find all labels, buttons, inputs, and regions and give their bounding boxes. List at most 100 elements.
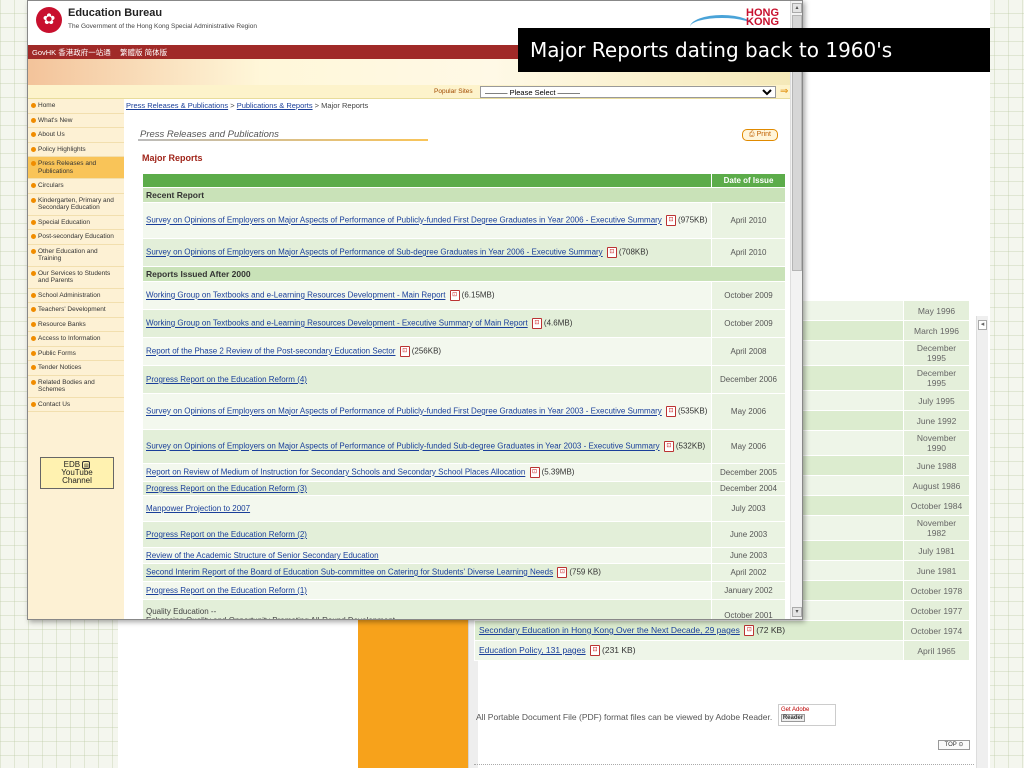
language-links[interactable]: 繁體版 简体版 bbox=[120, 47, 167, 58]
back-scroll-arrow-icon[interactable]: ◂ bbox=[978, 320, 987, 330]
back-scrollbar[interactable] bbox=[976, 316, 988, 768]
nav-item[interactable]: Our Services to Students and Parents bbox=[28, 267, 124, 289]
report-link[interactable]: Progress Report on the Education Reform … bbox=[146, 530, 307, 539]
scroll-up-icon[interactable]: ▴ bbox=[792, 3, 802, 13]
report-link[interactable]: Progress Report on the Education Reform … bbox=[146, 586, 307, 595]
nav-item[interactable]: Resource Banks bbox=[28, 318, 124, 332]
pdf-icon[interactable]: ⊡ bbox=[557, 567, 568, 578]
report-title-line2[interactable]: Enhancing Quality and Opportunity Promot… bbox=[146, 616, 708, 620]
breadcrumb-publications[interactable]: Publications & Reports bbox=[237, 101, 313, 110]
popular-sites-bar: Popular Sites ——— Please Select ——— ⇒ bbox=[28, 85, 802, 99]
main-content: Press Releases & Publications > Publicat… bbox=[126, 99, 788, 620]
nav-item-label: Teachers' Development bbox=[38, 306, 106, 313]
issue-date: December 1995 bbox=[903, 340, 970, 366]
printer-icon: ⎙ bbox=[749, 131, 755, 138]
report-title-line1[interactable]: Quality Education -- bbox=[146, 607, 708, 616]
report-link[interactable]: Report of the Phase 2 Review of the Post… bbox=[146, 347, 395, 356]
nav-item-label: About Us bbox=[38, 131, 65, 138]
nav-item[interactable]: School Administration bbox=[28, 289, 124, 303]
pdf-icon[interactable]: ⊡ bbox=[590, 645, 601, 657]
pdf-icon[interactable]: ⊡ bbox=[529, 467, 540, 478]
table-row: Working Group on Textbooks and e-Learnin… bbox=[142, 309, 786, 338]
nav-item-label: Other Education and Training bbox=[38, 247, 98, 263]
nav-item[interactable]: About Us bbox=[28, 128, 124, 143]
table-row: Working Group on Textbooks and e-Learnin… bbox=[142, 281, 786, 310]
nav-item[interactable]: Post-secondary Education bbox=[28, 230, 124, 245]
nav-item[interactable]: Access to Information bbox=[28, 332, 124, 347]
issue-date: April 2010 bbox=[711, 202, 786, 239]
report-title-cell: Working Group on Textbooks and e-Learnin… bbox=[142, 309, 712, 338]
nav-item[interactable]: Policy Highlights bbox=[28, 143, 124, 157]
report-link[interactable]: Working Group on Textbooks and e-Learnin… bbox=[146, 319, 528, 328]
nav-item-label: Tender Notices bbox=[38, 364, 82, 371]
pdf-icon[interactable]: ⊡ bbox=[666, 215, 677, 226]
table-row: Education Policy, 131 pages ⊡ (231 KB) Apr… bbox=[474, 640, 970, 661]
pdf-icon[interactable]: ⊡ bbox=[606, 247, 617, 258]
nav-item[interactable]: Teachers' Development bbox=[28, 303, 124, 318]
nav-item[interactable]: Related Bodies and Schemes bbox=[28, 376, 124, 398]
youtube-label-3: Channel bbox=[62, 476, 92, 486]
report-link[interactable]: Report on Review of Medium of Instructio… bbox=[146, 468, 525, 477]
nav-item[interactable]: Press Releases and Publications bbox=[28, 157, 124, 179]
pdf-reader-note: All Portable Document File (PDF) format … bbox=[476, 712, 773, 722]
scroll-down-icon[interactable]: ▾ bbox=[792, 607, 802, 617]
nav-item[interactable]: Home bbox=[28, 99, 124, 114]
nav-item[interactable]: Special Education bbox=[28, 216, 124, 230]
brand-hk-logo[interactable]: HONG KONG bbox=[746, 8, 779, 28]
nav-item[interactable]: Kindergarten, Primary and Secondary Educ… bbox=[28, 194, 124, 216]
report-link[interactable]: Progress Report on the Education Reform … bbox=[146, 375, 307, 384]
hksar-emblem-icon[interactable]: ✿ bbox=[36, 7, 62, 33]
reports-table: Date of Issue Recent Report Survey on Opin… bbox=[142, 173, 786, 620]
nav-item[interactable]: Public Forms bbox=[28, 347, 124, 361]
file-size: (975KB) bbox=[678, 215, 708, 225]
bullet-icon bbox=[31, 401, 36, 407]
issue-date: June 2003 bbox=[711, 521, 786, 548]
pdf-icon[interactable]: ⊡ bbox=[744, 625, 755, 637]
report-link[interactable]: Progress Report on the Education Reform … bbox=[146, 484, 307, 493]
report-link[interactable]: Secondary Education in Hong Kong Over th… bbox=[479, 625, 740, 635]
pdf-icon[interactable]: ⊡ bbox=[531, 318, 542, 329]
nav-item[interactable]: Circulars bbox=[28, 179, 124, 194]
report-link[interactable]: Review of the Academic Structure of Seni… bbox=[146, 551, 379, 560]
bullet-icon bbox=[31, 103, 36, 108]
reader-label: Reader bbox=[781, 714, 805, 722]
govhk-link[interactable]: GovHK 香港政府一站通 bbox=[32, 47, 111, 58]
pdf-icon[interactable]: ⊡ bbox=[663, 441, 674, 452]
pdf-icon[interactable]: ⊡ bbox=[666, 406, 677, 417]
nav-item-label: Related Bodies and Schemes bbox=[38, 378, 95, 394]
report-link[interactable]: Survey on Opinions of Employers on Major… bbox=[146, 216, 662, 225]
report-title-cell: Survey on Opinions of Employers on Major… bbox=[142, 202, 712, 239]
nav-item[interactable]: What's New bbox=[28, 114, 124, 128]
report-link[interactable]: Manpower Projection to 2007 bbox=[146, 504, 250, 513]
table-row: Survey on Opinions of Employers on Major… bbox=[142, 238, 786, 267]
report-link[interactable]: Survey on Opinions of Employers on Major… bbox=[146, 248, 603, 257]
brand-hk-line2: KONG bbox=[746, 16, 779, 28]
report-link[interactable]: Second Interim Report of the Board of Ed… bbox=[146, 568, 553, 577]
nav-item-label: Our Services to Students and Parents bbox=[38, 269, 111, 285]
nav-item[interactable]: Other Education and Training bbox=[28, 245, 124, 267]
back-to-top-button[interactable]: TOP ⊙ bbox=[938, 740, 970, 750]
file-size: (231 KB) bbox=[602, 644, 636, 655]
issue-date: October 2001 bbox=[711, 599, 786, 619]
issue-date: March 1996 bbox=[903, 320, 970, 341]
report-link[interactable]: Survey on Opinions of Employers on Major… bbox=[146, 407, 662, 416]
print-button[interactable]: ⎙ Print bbox=[742, 129, 778, 141]
issue-date: December 2006 bbox=[711, 365, 786, 394]
pdf-icon[interactable]: ⊡ bbox=[399, 346, 410, 357]
breadcrumb-press-releases[interactable]: Press Releases & Publications bbox=[126, 101, 228, 110]
nav-item[interactable]: Contact Us bbox=[28, 398, 124, 412]
pdf-icon[interactable]: ⊡ bbox=[449, 290, 460, 301]
get-adobe-reader-button[interactable]: Get Adobe Reader bbox=[778, 704, 836, 726]
front-scrollbar[interactable]: ▴ ▾ bbox=[790, 1, 802, 619]
nav-item[interactable]: Tender Notices bbox=[28, 361, 124, 376]
report-link[interactable]: Working Group on Textbooks and e-Learnin… bbox=[146, 291, 445, 300]
edb-subtitle: The Government of the Hong Kong Special … bbox=[68, 23, 257, 30]
report-link[interactable]: Education Policy, 131 pages bbox=[479, 645, 586, 655]
edb-title[interactable]: Education Bureau bbox=[68, 7, 162, 19]
issue-date: December 2005 bbox=[711, 463, 786, 482]
report-link[interactable]: Survey on Opinions of Employers on Major… bbox=[146, 442, 660, 451]
popular-sites-select[interactable]: ——— Please Select ——— bbox=[480, 86, 776, 98]
edb-youtube-channel-button[interactable]: EDB ▤ YouTube Channel bbox=[40, 457, 114, 489]
issue-date: May 2006 bbox=[711, 393, 786, 430]
nav-item-label: What's New bbox=[38, 116, 73, 124]
